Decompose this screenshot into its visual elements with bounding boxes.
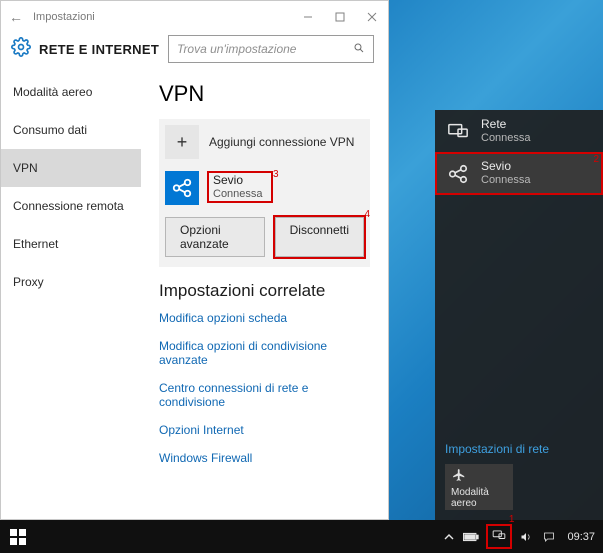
vpn-list: + Aggiungi connessione VPN Sevio C [159, 119, 370, 267]
tile-label-line2: aereo [451, 498, 477, 509]
minimize-button[interactable] [292, 1, 324, 33]
link-network-center[interactable]: Centro connessioni di rete e condivision… [159, 381, 370, 409]
clock[interactable]: 09:37 [567, 531, 595, 543]
network-flyout: Rete Connessa Sevio Connessa 2 [435, 110, 603, 520]
link-sharing-options[interactable]: Modifica opzioni di condivisione avanzat… [159, 339, 370, 367]
tray-overflow-icon[interactable] [444, 532, 454, 542]
taskbar: 1 09:37 [0, 520, 603, 553]
network-item-ethernet[interactable]: Rete Connessa [435, 110, 603, 152]
search-icon [353, 42, 365, 57]
page-title: RETE E INTERNET [39, 42, 159, 57]
related-heading: Impostazioni correlate [159, 281, 370, 301]
network-name: Rete [481, 118, 531, 132]
add-vpn-row[interactable]: + Aggiungi connessione VPN [159, 119, 370, 165]
annotation-1: 1 [509, 514, 515, 525]
link-adapter-options[interactable]: Modifica opzioni scheda [159, 311, 370, 325]
related-links: Modifica opzioni scheda Modifica opzioni… [159, 311, 370, 465]
network-item-vpn[interactable]: Sevio Connessa 2 [435, 152, 603, 194]
plus-icon: + [165, 125, 199, 159]
network-status: Connessa [481, 132, 531, 145]
search-input[interactable]: Trova un'impostazione [168, 35, 374, 63]
window-controls [292, 1, 388, 33]
airplane-mode-tile[interactable]: Modalità aereo [445, 464, 513, 510]
content-pane: VPN + Aggiungi connessione VPN [141, 73, 388, 519]
sidebar: Modalità aereo Consumo dati VPN Connessi… [1, 73, 141, 519]
annotation-3: 3 [273, 169, 279, 181]
advanced-options-button[interactable]: Opzioni avanzate [165, 217, 265, 257]
volume-icon[interactable] [519, 531, 533, 543]
gear-icon [11, 37, 31, 62]
close-button[interactable] [356, 1, 388, 33]
ethernet-icon [445, 118, 471, 144]
vpn-name: Sevio [213, 174, 263, 188]
vpn-heading: VPN [159, 81, 370, 107]
sidebar-item-datausage[interactable]: Consumo dati [1, 111, 141, 149]
network-tray-button[interactable]: 1 [488, 526, 510, 547]
search-placeholder: Trova un'impostazione [177, 42, 296, 56]
network-status: Connessa [481, 174, 531, 187]
disconnect-button[interactable]: Disconnetti [275, 217, 364, 257]
vpn-status: Connessa [213, 188, 263, 201]
system-tray: 1 09:37 [444, 526, 597, 547]
vpn-name-box: Sevio Connessa 3 [207, 171, 273, 203]
sidebar-item-vpn[interactable]: VPN [1, 149, 141, 187]
vpn-connection-row[interactable]: Sevio Connessa 3 [159, 165, 370, 209]
sidebar-item-airplane[interactable]: Modalità aereo [1, 73, 141, 111]
window-titlebar: ← Impostazioni [1, 1, 388, 33]
sidebar-item-ethernet[interactable]: Ethernet [1, 225, 141, 263]
sidebar-item-proxy[interactable]: Proxy [1, 263, 141, 301]
sidebar-item-dialup[interactable]: Connessione remota [1, 187, 141, 225]
vpn-icon [165, 171, 199, 205]
vpn-actions: Opzioni avanzate Disconnetti 4 [159, 209, 370, 267]
maximize-button[interactable] [324, 1, 356, 33]
battery-icon[interactable] [463, 532, 479, 542]
settings-window: ← Impostazioni [0, 0, 389, 520]
airplane-icon [451, 468, 467, 485]
start-button[interactable] [10, 529, 26, 545]
window-title: Impostazioni [33, 11, 95, 23]
annotation-2: 2 [593, 154, 599, 165]
back-button[interactable]: ← [9, 9, 23, 25]
network-name: Sevio [481, 160, 531, 174]
link-windows-firewall[interactable]: Windows Firewall [159, 451, 370, 465]
vpn-flyout-icon [445, 161, 471, 187]
action-center-icon[interactable] [542, 531, 556, 543]
link-internet-options[interactable]: Opzioni Internet [159, 423, 370, 437]
tile-label-line1: Modalità [451, 487, 489, 498]
network-settings-link[interactable]: Impostazioni di rete [445, 442, 593, 456]
annotation-4: 4 [364, 209, 370, 220]
add-vpn-label: Aggiungi connessione VPN [209, 135, 354, 149]
